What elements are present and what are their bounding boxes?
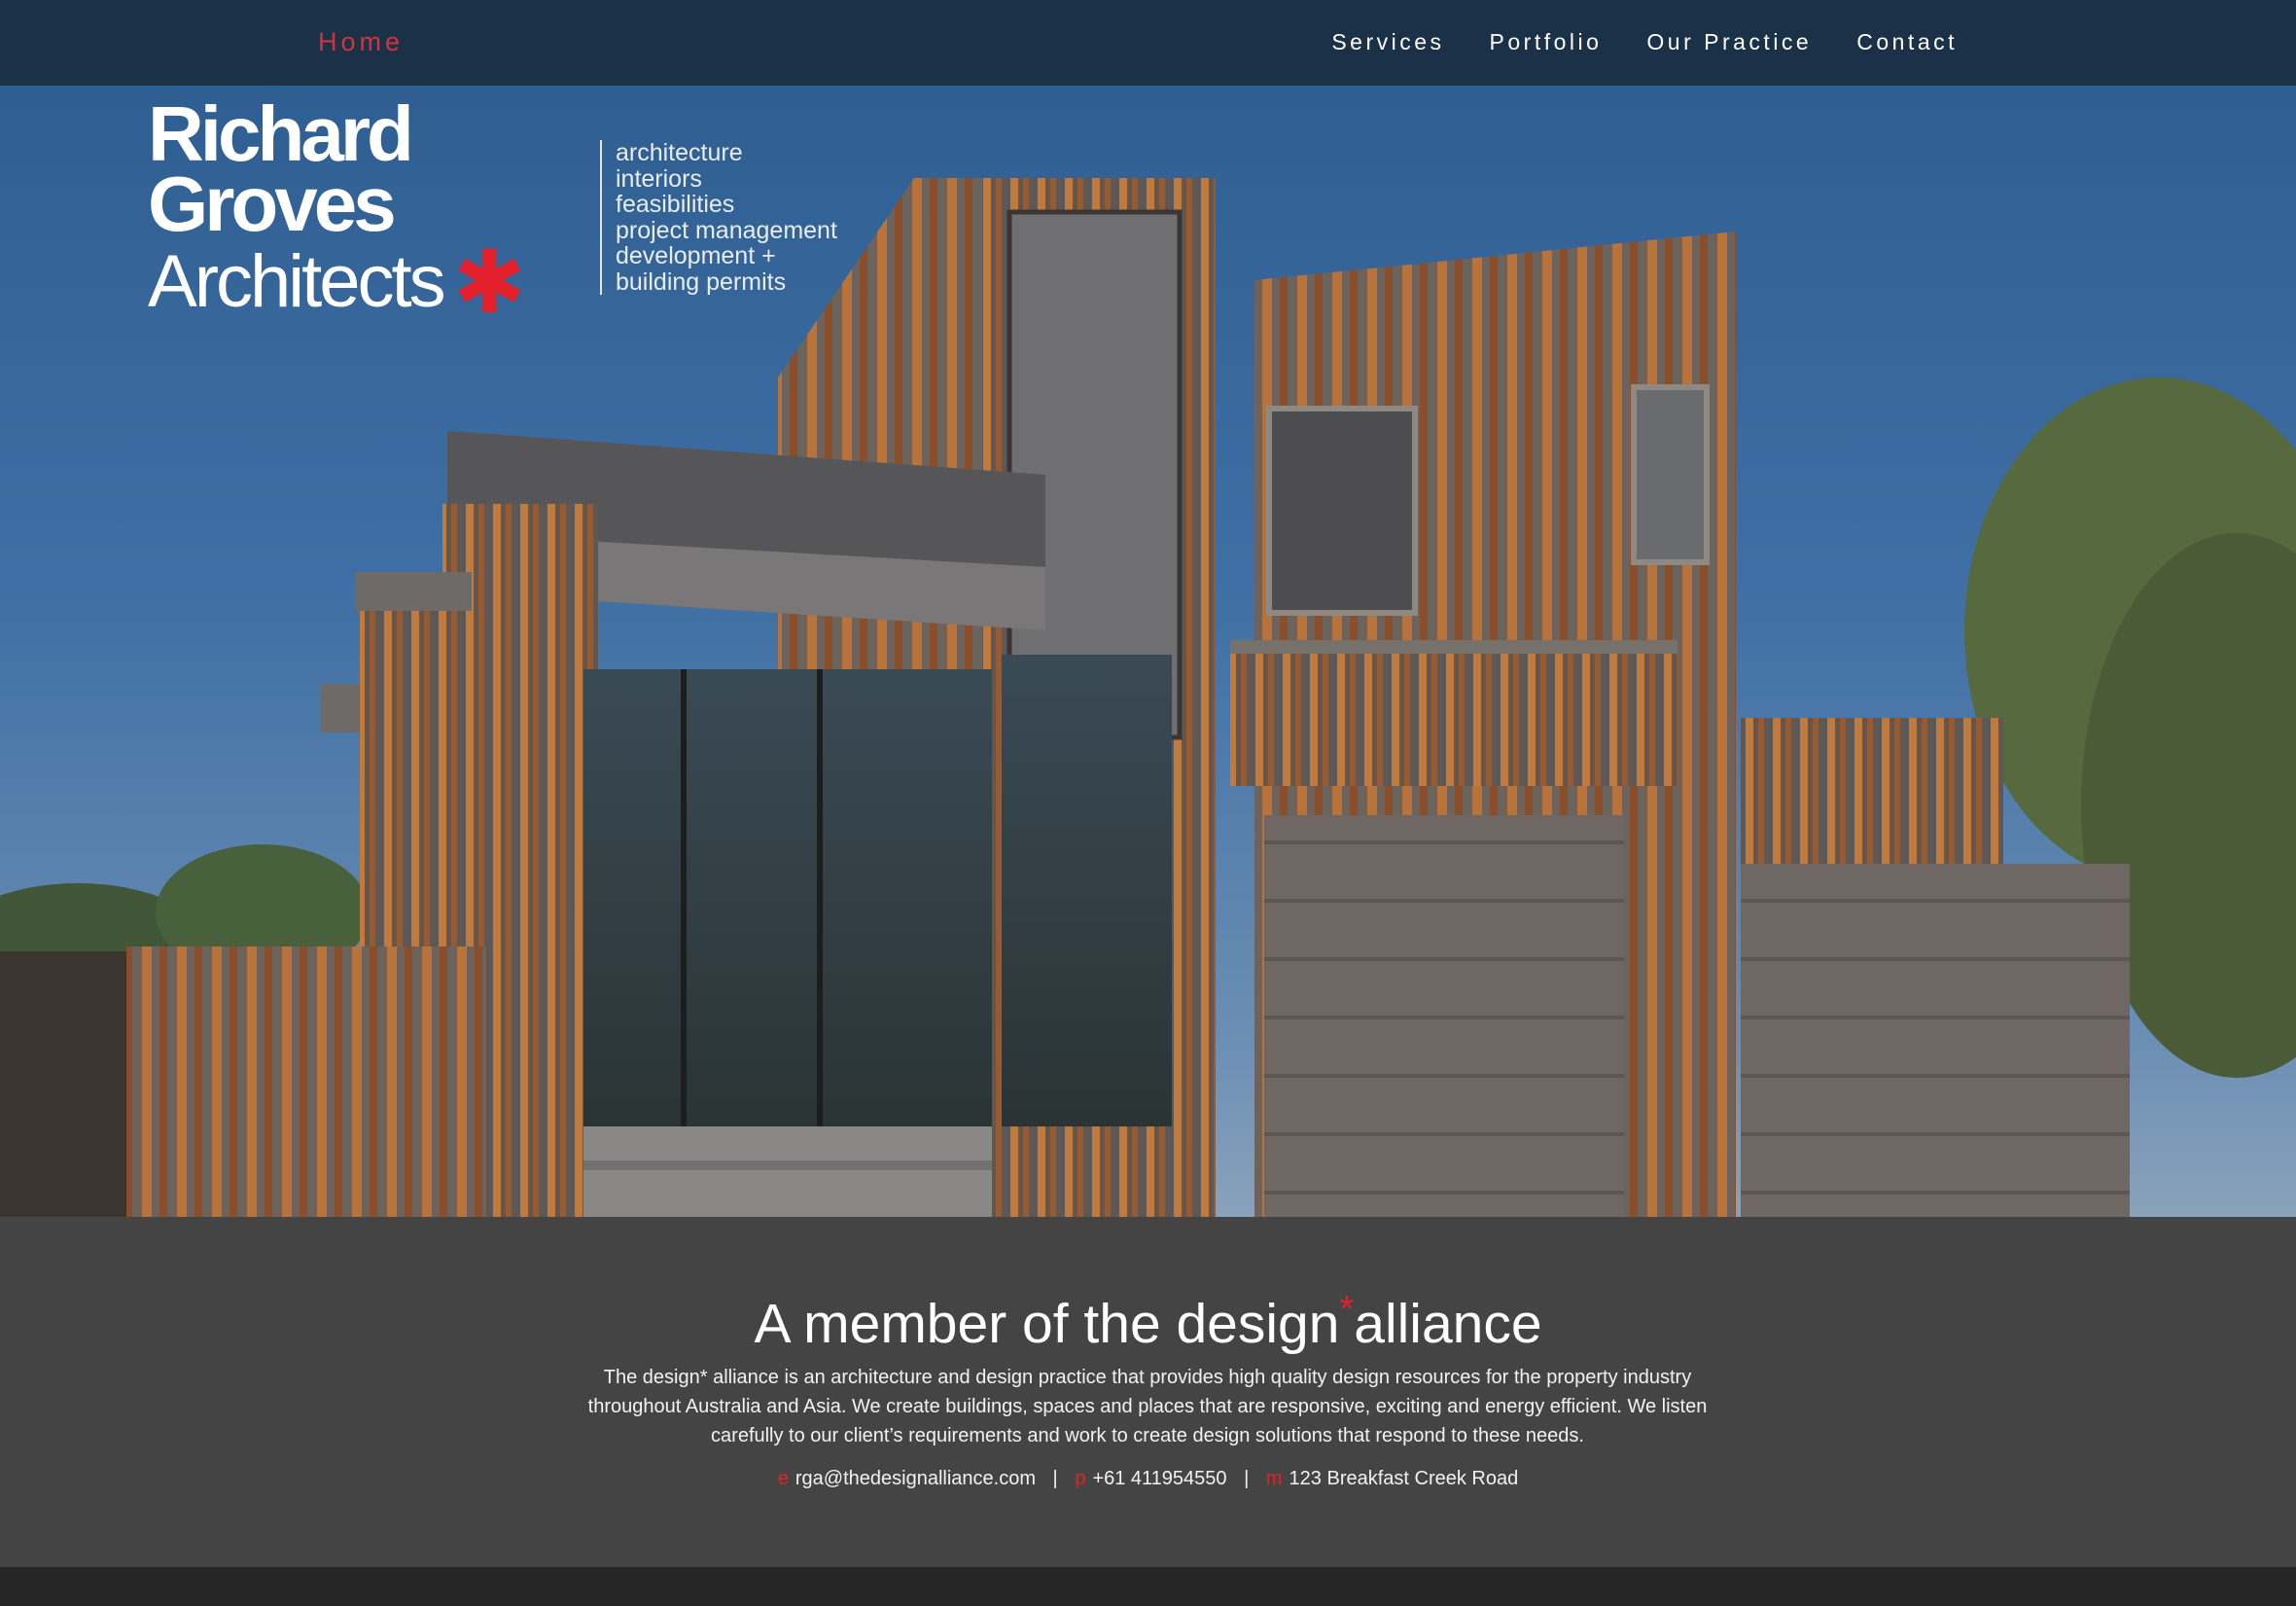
top-navigation-bar: Home Services Portfolio Our Practice Con… [0,0,2296,86]
nav-our-practice-link[interactable]: Our Practice [1646,29,1812,55]
service-item: building permits [616,268,787,296]
logo-architects-text: Architects [148,240,446,323]
service-item: interiors [616,164,702,193]
nav-portfolio-link[interactable]: Portfolio [1490,29,1603,55]
nav-home-link[interactable]: Home [318,27,404,57]
service-item: project management [616,216,837,244]
contact-details: e rga@thedesignalliance.com | p +61 411954… [0,1468,2296,1490]
address-label: m [1265,1468,1283,1489]
services-tagline-list: architecture interiors feasibilities pro… [600,140,837,295]
service-item: architecture [616,139,743,166]
nav-contact-link[interactable]: Contact [1856,29,1958,55]
asterisk-logo-icon: ✱ [452,234,527,332]
logo-line-groves: Groves [148,161,397,247]
email-label: e [777,1468,789,1489]
footer-strip [0,1567,2296,1606]
nav-menu: Services Portfolio Our Practice Contact [1331,29,1958,55]
logo-line-richard: Richard [148,90,414,177]
company-logo[interactable]: Richard Groves Architects ✱ [148,90,526,328]
nav-services-link[interactable]: Services [1331,29,1444,55]
heading-text: A member of the design [754,1293,1340,1355]
service-item: feasibilities [616,191,735,218]
address-text: 123 Breakfast Creek Road [1289,1468,1519,1489]
service-item: development + [616,242,776,269]
phone-link[interactable]: +61 411954550 [1092,1468,1226,1489]
heading-text-alliance: alliance [1354,1293,1542,1355]
asterisk-icon: * [1339,1289,1355,1330]
design-alliance-section: A member of the design*alliance The desi… [0,1217,2296,1567]
phone-label: p [1075,1468,1086,1489]
hero-banner: Richard Groves Architects ✱ architecture … [0,86,2296,1217]
logo-line-architects: Architects ✱ [148,239,526,327]
email-link[interactable]: rga@thedesignalliance.com [795,1468,1036,1489]
alliance-heading: A member of the design*alliance [0,1289,2296,1356]
alliance-description: The design* alliance is an architecture … [587,1367,1708,1446]
separator: | [1244,1468,1250,1489]
separator: | [1052,1468,1058,1489]
